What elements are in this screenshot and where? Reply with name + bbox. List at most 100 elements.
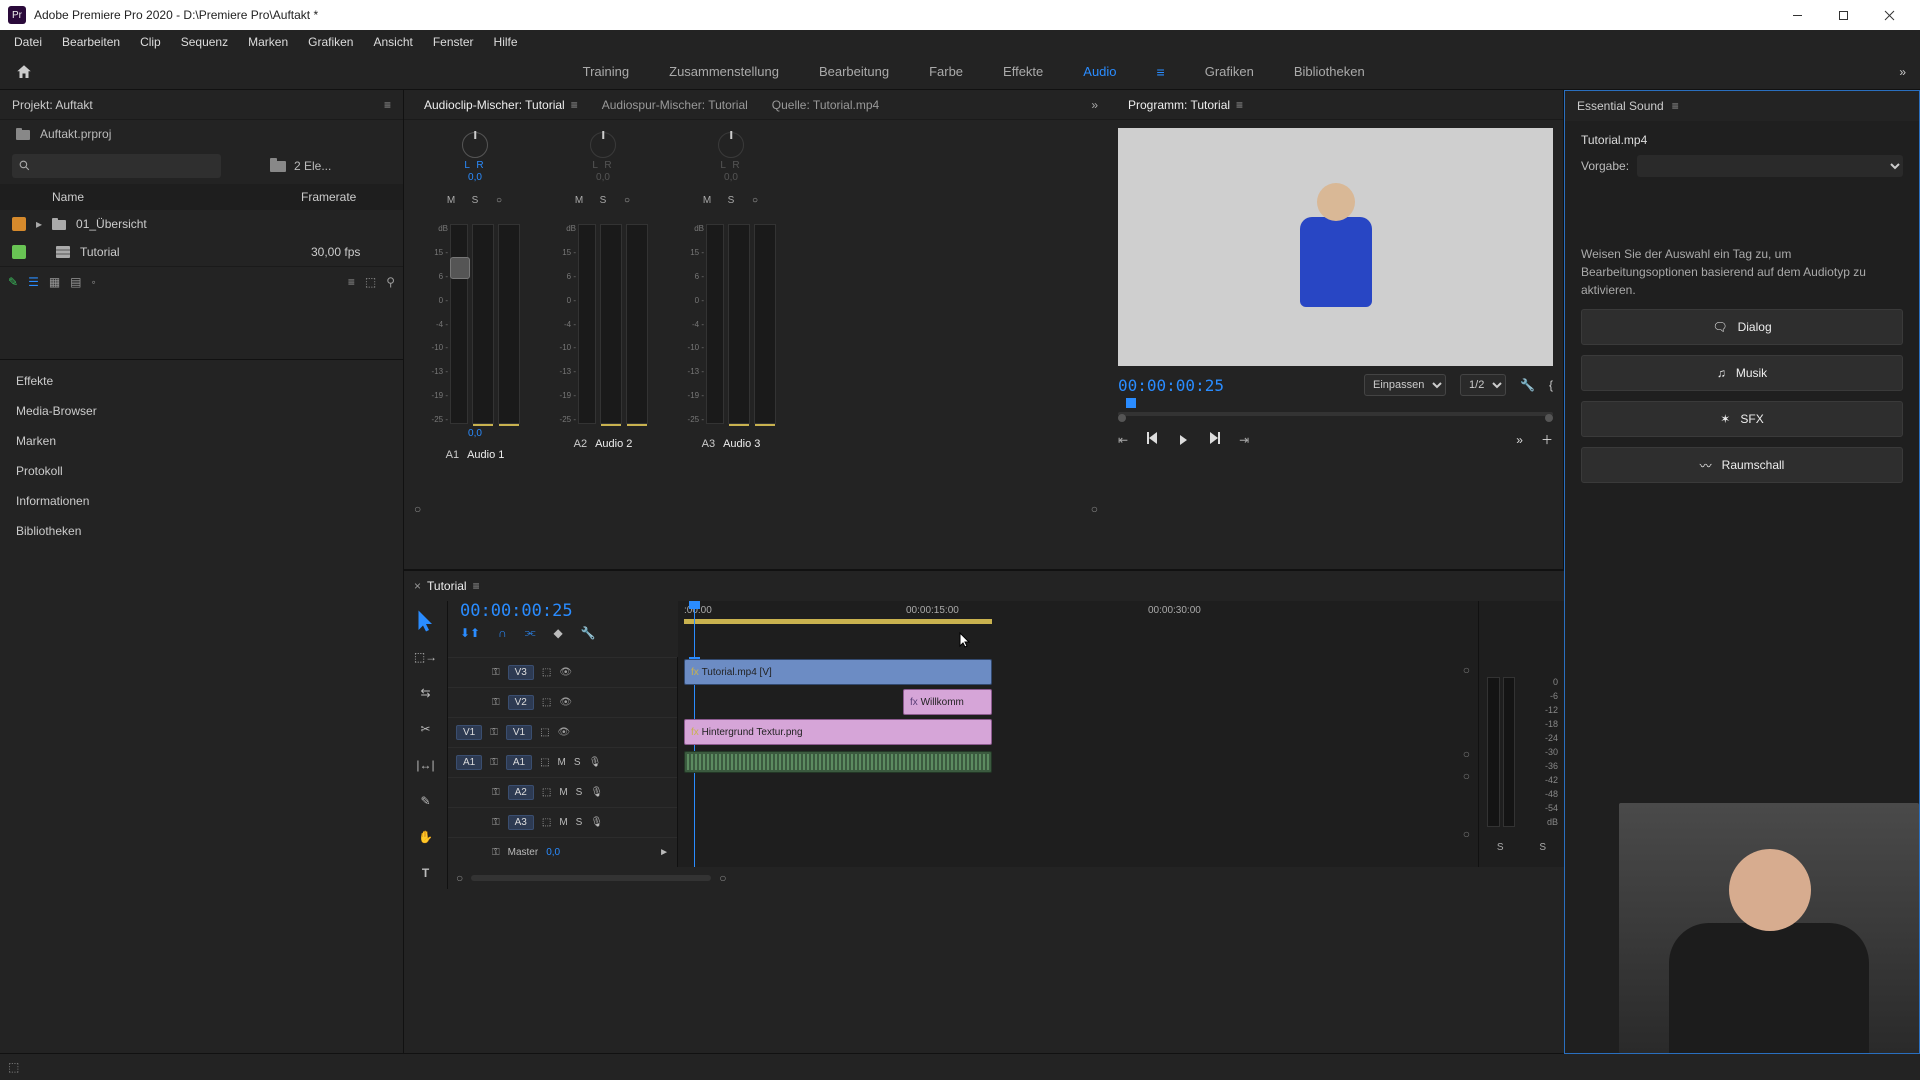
panel-tab-marken[interactable]: Marken [0, 426, 403, 456]
time-ruler[interactable]: :00:00 00:00:15:00 00:00:30:00 [678, 601, 1478, 625]
program-scrubber[interactable] [1118, 398, 1553, 422]
clip-audio-a1[interactable] [684, 751, 992, 773]
automate-icon[interactable]: ⬚ [365, 275, 376, 289]
zoom-in[interactable]: ○ [719, 871, 726, 885]
selection-tool[interactable] [414, 609, 438, 633]
icon-view-icon[interactable]: ▦ [49, 275, 60, 289]
solo-button[interactable]: S [724, 195, 738, 206]
tab-quelle[interactable]: Quelle: Tutorial.mp4 [762, 94, 889, 116]
scroll-handle[interactable]: ○ [1463, 663, 1470, 677]
zoom-slider[interactable] [471, 875, 711, 881]
workspace-overflow-icon[interactable]: » [1899, 65, 1906, 79]
column-name[interactable]: Name [52, 190, 301, 204]
solo-left[interactable]: S [1497, 842, 1504, 853]
add-button-icon[interactable]: ＋ [1541, 431, 1553, 448]
mute-button[interactable]: M [444, 195, 458, 206]
project-item-bin[interactable]: ▸ 01_Übersicht [0, 210, 403, 238]
clip-video-v1[interactable]: fx Hintergrund Textur.png [684, 719, 992, 745]
preset-dropdown[interactable] [1637, 155, 1903, 177]
workspace-audio[interactable]: Audio [1081, 60, 1118, 83]
menu-grafiken[interactable]: Grafiken [298, 31, 363, 53]
mute-button[interactable]: M [572, 195, 586, 206]
panel-menu-icon[interactable]: ≡ [473, 579, 480, 593]
razor-tool[interactable]: ✂ [414, 717, 438, 741]
panel-overflow-icon[interactable]: » [1091, 98, 1098, 112]
menu-clip[interactable]: Clip [130, 31, 171, 53]
workspace-grafiken[interactable]: Grafiken [1203, 60, 1256, 83]
panel-menu-icon[interactable]: ≡ [1672, 99, 1679, 113]
program-timecode[interactable]: 00:00:00:25 [1118, 376, 1238, 395]
record-button[interactable]: ○ [620, 195, 634, 206]
type-tool[interactable]: T [414, 861, 438, 885]
project-search-input[interactable] [12, 154, 221, 178]
track-header-v1[interactable]: V1⚿V1⬚👁 [448, 717, 677, 747]
mixer-scroll-left[interactable]: ○ [414, 502, 421, 516]
find-icon[interactable]: ⚲ [386, 275, 395, 289]
sort-icon[interactable]: ≡ [348, 275, 355, 289]
scroll-handle[interactable]: ○ [1463, 747, 1470, 761]
menu-bearbeiten[interactable]: Bearbeiten [52, 31, 130, 53]
tag-ambience-button[interactable]: 〰 Raumschall [1581, 447, 1903, 483]
menu-hilfe[interactable]: Hilfe [484, 31, 528, 53]
clip-video-v3[interactable]: fx Tutorial.mp4 [V] [684, 659, 992, 685]
window-maximize[interactable] [1820, 0, 1866, 30]
workspace-bibliotheken[interactable]: Bibliotheken [1292, 60, 1367, 83]
track-select-tool[interactable]: ⬚→ [414, 645, 438, 669]
tab-program[interactable]: Programm: Tutorial≡ [1118, 94, 1253, 116]
settings-icon[interactable]: 🔧 [581, 626, 596, 640]
track-header-v3[interactable]: ⚿V3⬚👁 [448, 657, 677, 687]
mark-out-icon[interactable]: ⇥ [1239, 433, 1249, 447]
panel-tab-protokoll[interactable]: Protokoll [0, 456, 403, 486]
workspace-zusammenstellung[interactable]: Zusammenstellung [667, 60, 781, 83]
panel-tab-effekte[interactable]: Effekte [0, 366, 403, 396]
mute-button[interactable]: M [700, 195, 714, 206]
list-view-icon[interactable]: ☰ [28, 275, 39, 289]
snap-icon[interactable]: ∩ [498, 626, 507, 640]
panel-tab-informationen[interactable]: Informationen [0, 486, 403, 516]
panel-menu-icon[interactable]: ≡ [384, 98, 391, 112]
fit-dropdown[interactable]: Einpassen [1364, 374, 1446, 396]
program-monitor[interactable] [1118, 128, 1553, 366]
record-button[interactable]: ○ [748, 195, 762, 206]
workspace-options-icon[interactable]: ≡ [1155, 60, 1167, 84]
chevron-right-icon[interactable]: ▸ [36, 217, 42, 231]
scroll-handle[interactable]: ○ [1463, 827, 1470, 841]
step-back-icon[interactable] [1146, 430, 1162, 449]
pan-knob[interactable] [590, 132, 616, 158]
solo-button[interactable]: S [596, 195, 610, 206]
pan-knob[interactable] [718, 132, 744, 158]
track-header-master[interactable]: ⚿Master0,0► [448, 837, 677, 867]
zoom-slider[interactable]: ◦ [92, 275, 96, 289]
linked-selection-icon[interactable]: ⫘ [525, 625, 536, 640]
slip-tool[interactable]: |↔| [414, 753, 438, 777]
workspace-farbe[interactable]: Farbe [927, 60, 965, 83]
new-bin-icon[interactable] [270, 158, 286, 175]
menu-ansicht[interactable]: Ansicht [363, 31, 422, 53]
pen-tool[interactable]: ✎ [414, 789, 438, 813]
panel-tab-media-browser[interactable]: Media-Browser [0, 396, 403, 426]
zoom-out[interactable]: ○ [456, 871, 463, 885]
track-header-a3[interactable]: ⚿A3⬚MS🎙 [448, 807, 677, 837]
menu-fenster[interactable]: Fenster [423, 31, 484, 53]
track-header-a2[interactable]: ⚿A2⬚MS🎙 [448, 777, 677, 807]
record-button[interactable]: ○ [492, 195, 506, 206]
insert-mode-icon[interactable]: ⬇⬆ [460, 626, 480, 640]
solo-right[interactable]: S [1539, 842, 1546, 853]
transport-overflow-icon[interactable]: » [1516, 433, 1523, 447]
solo-button[interactable]: S [468, 195, 482, 206]
tag-dialog-button[interactable]: 🗨 Dialog [1581, 309, 1903, 345]
marker-icon[interactable]: ◆ [554, 626, 563, 640]
playhead[interactable] [694, 601, 695, 657]
workspace-bearbeitung[interactable]: Bearbeitung [817, 60, 891, 83]
ripple-edit-tool[interactable]: ⇆ [414, 681, 438, 705]
pan-knob[interactable] [462, 132, 488, 158]
tab-audioclip-mixer[interactable]: Audioclip-Mischer: Tutorial≡ [414, 94, 588, 116]
track-header-v2[interactable]: ⚿V2⬚👁 [448, 687, 677, 717]
mark-in-icon[interactable]: ⇤ [1118, 433, 1128, 447]
tag-sfx-button[interactable]: ✶ SFX [1581, 401, 1903, 437]
fader-slider[interactable] [706, 224, 724, 424]
menu-sequenz[interactable]: Sequenz [171, 31, 238, 53]
fader-slider[interactable] [578, 224, 596, 424]
menu-datei[interactable]: Datei [4, 31, 52, 53]
out-icon[interactable]: { [1549, 378, 1553, 392]
